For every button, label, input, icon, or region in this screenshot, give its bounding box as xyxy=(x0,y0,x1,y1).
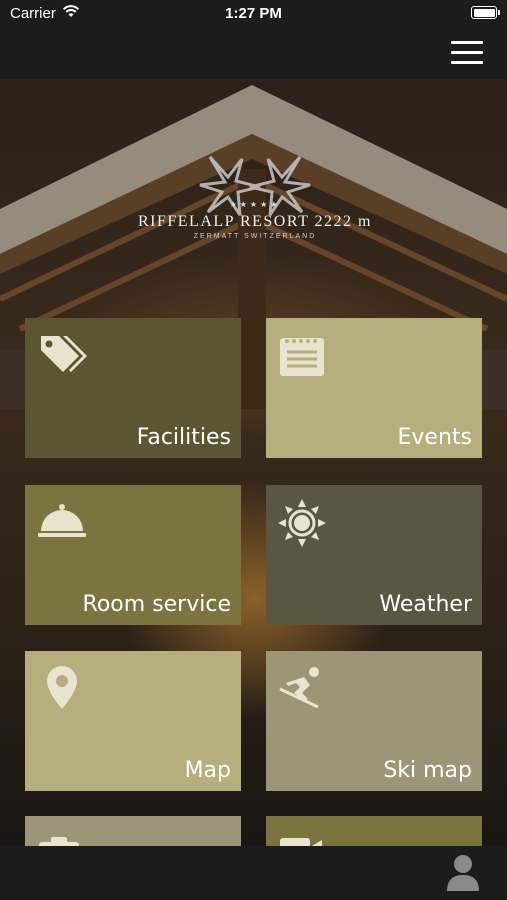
nav-bar xyxy=(0,28,507,79)
tile-weather[interactable]: Weather xyxy=(266,485,482,625)
calendar-icon xyxy=(280,338,324,376)
tile-label: Ski map xyxy=(383,758,472,783)
tile-label: Room service xyxy=(82,592,231,617)
cloche-icon xyxy=(38,504,86,537)
logo-subtitle: ZERMATT SWITZERLAND xyxy=(193,233,317,240)
map-pin-icon xyxy=(47,666,77,709)
tile-label: Map xyxy=(184,758,231,783)
tile-facilities[interactable]: Facilities xyxy=(25,318,241,458)
camera-icon xyxy=(39,837,79,846)
tile-video[interactable] xyxy=(266,816,482,846)
tile-label: Facilities xyxy=(136,425,231,450)
tile-gallery[interactable] xyxy=(25,816,241,846)
logo-stars: ★★★★★ xyxy=(229,200,281,209)
profile-button[interactable] xyxy=(446,854,480,892)
menu-button[interactable] xyxy=(451,41,483,65)
tag-icon xyxy=(41,336,87,372)
tile-label: Events xyxy=(397,425,473,450)
logo-name: RIFFELALP RESORT 2222 m xyxy=(137,213,372,230)
clock: 1:27 PM xyxy=(225,5,282,22)
sun-icon xyxy=(278,499,326,547)
skier-icon xyxy=(279,667,319,709)
video-icon xyxy=(280,838,322,846)
user-icon xyxy=(447,855,479,891)
tile-events[interactable]: Events xyxy=(266,318,482,458)
menu-line xyxy=(451,41,483,44)
tile-room-service[interactable]: Room service xyxy=(25,485,241,625)
menu-line xyxy=(451,61,483,64)
menu-line xyxy=(451,51,483,54)
tile-label: Weather xyxy=(379,592,472,617)
bottom-bar xyxy=(0,846,507,900)
resort-logo: ★★★★★ RIFFELALP RESORT 2222 m ZERMATT SW… xyxy=(110,147,400,247)
status-bar: Carrier 1:27 PM xyxy=(0,0,507,28)
battery-icon xyxy=(471,6,500,19)
tile-ski-map[interactable]: Ski map xyxy=(266,651,482,791)
tile-map[interactable]: Map xyxy=(25,651,241,791)
